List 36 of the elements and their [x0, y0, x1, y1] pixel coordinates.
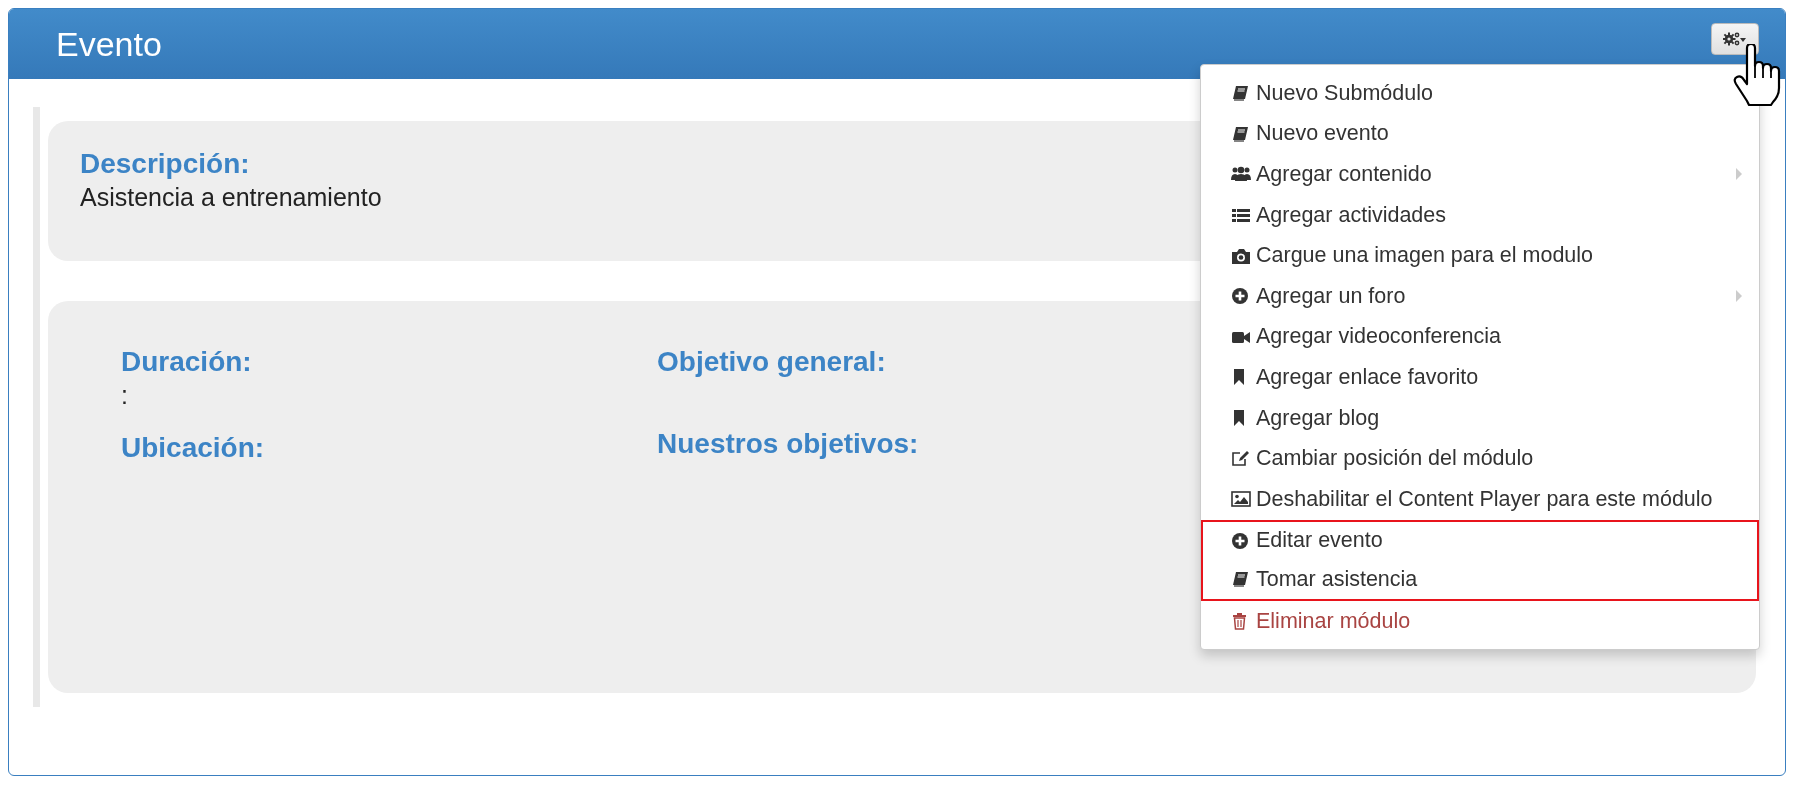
field-label: Objetivo general:: [657, 345, 886, 379]
menu-item[interactable]: Agregar blog: [1231, 405, 1380, 431]
plus-icon: [1231, 531, 1251, 550]
field-label: Duración:: [121, 345, 252, 379]
menu-item[interactable]: Tomar asistencia: [1231, 566, 1418, 592]
plus-icon: [1231, 287, 1251, 306]
field-label: Descripción:: [80, 147, 250, 181]
caret-icon: [1735, 289, 1743, 304]
menu-item[interactable]: Agregar actividades: [1231, 202, 1447, 228]
menu-item[interactable]: Eliminar módulo: [1231, 608, 1411, 634]
menu-item[interactable]: Nuevo evento: [1231, 121, 1389, 147]
field-value: Asistencia a entrenamiento: [80, 182, 382, 213]
field-label: Nuestros objetivos:: [657, 427, 919, 461]
menu-item[interactable]: Deshabilitar el Content Player para este módulo: [1231, 486, 1713, 512]
book-icon: [1231, 570, 1251, 589]
settings-button[interactable]: [1711, 23, 1759, 55]
image-icon: [1231, 490, 1251, 509]
menu-item[interactable]: Agregar un foro: [1231, 283, 1406, 309]
caret-icon: [1735, 167, 1743, 182]
menu-item[interactable]: Agregar enlace favorito: [1231, 364, 1479, 390]
book-icon: [1231, 84, 1251, 103]
gear-icon: [1723, 31, 1747, 47]
field-value: :: [121, 380, 128, 411]
bars-icon: [1231, 206, 1251, 225]
menu-item[interactable]: Nuevo Submódulo: [1231, 80, 1433, 106]
menu-item[interactable]: Cambiar posición del módulo: [1231, 446, 1534, 472]
menu-item[interactable]: Agregar videoconferencia: [1231, 324, 1501, 350]
menu-item[interactable]: Cargue una imagen para el modulo: [1231, 243, 1594, 269]
menu-item[interactable]: Editar evento: [1231, 528, 1383, 554]
menu-item[interactable]: Agregar contenido: [1231, 162, 1432, 187]
camera-icon: [1231, 246, 1251, 265]
panel-title: Evento: [56, 24, 162, 64]
book-icon: [1231, 124, 1251, 143]
edit-icon: [1231, 449, 1251, 468]
users-icon: [1231, 165, 1251, 184]
field-label: Ubicación:: [121, 431, 265, 465]
